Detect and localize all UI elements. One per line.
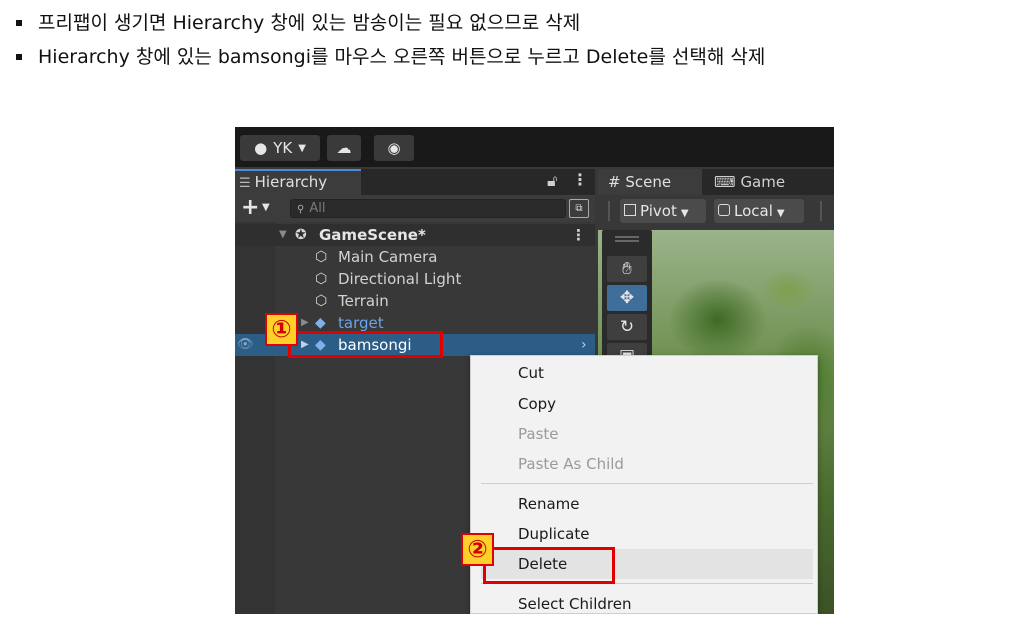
menu-divider [481, 483, 813, 484]
item-label: Terrain [338, 292, 389, 310]
menu-item-paste-as-child[interactable]: Paste As Child [518, 449, 624, 479]
tree-item[interactable]: ⬡ Main Camera [235, 246, 595, 268]
tab-label: Game [740, 173, 786, 191]
local-dropdown[interactable]: Local ▼ [714, 199, 804, 223]
scene-tabbar: # Scene ⌨ Game [598, 169, 834, 195]
instruction-item: Hierarchy 창에 있는 bamsongi를 마우스 오른쪽 버튼으로 누… [14, 40, 765, 74]
tree-item[interactable]: ⬡ Terrain [235, 290, 595, 312]
collab-button[interactable]: ◉ [374, 135, 414, 161]
gameobject-cube-icon: ⬡ [315, 293, 328, 309]
expand-caret-icon[interactable]: ▼ [279, 224, 287, 246]
scene-row[interactable]: ▼ ✪ GameScene* ⋮ [235, 224, 595, 246]
collab-icon: ◉ [387, 139, 401, 157]
toolbar-divider [608, 201, 610, 221]
tab-hierarchy[interactable]: ☰ Hierarchy [235, 169, 361, 195]
toolbar-divider [820, 201, 822, 221]
hash-icon: # [608, 173, 621, 191]
cloud-button[interactable]: ☁ [327, 135, 361, 161]
account-dropdown[interactable]: ● YK ▼ [240, 135, 320, 161]
kebab-menu-icon[interactable]: ⋮ [572, 170, 588, 189]
menu-item-select-children[interactable]: Select Children [518, 589, 631, 614]
search-input[interactable]: ⚲ All [290, 199, 566, 218]
tab-scene[interactable]: # Scene [598, 169, 702, 195]
hand-tool-button[interactable]: ✋︎ [607, 256, 647, 282]
chevron-down-icon: ▼ [298, 142, 306, 154]
menu-item-rename[interactable]: Rename [518, 489, 580, 519]
move-tool-button[interactable]: ✥ [607, 285, 647, 311]
item-label: Directional Light [338, 270, 462, 288]
instruction-item: 프리팹이 생기면 Hierarchy 창에 있는 밤송이는 필요 없으므로 삭제 [14, 6, 765, 40]
move-icon: ✥ [619, 288, 635, 308]
tab-label: Hierarchy [254, 173, 328, 191]
callout-box-delete [483, 547, 615, 584]
callout-box-bamsongi [288, 331, 443, 358]
step-badge-1: ① [265, 313, 298, 346]
hand-icon: ✋︎ [622, 259, 632, 279]
add-object-button[interactable]: + [241, 195, 259, 221]
search-icon: ⚲ [297, 204, 305, 215]
search-options-button[interactable]: ⧉ [569, 199, 589, 218]
instruction-list: 프리팹이 생기면 Hierarchy 창에 있는 밤송이는 필요 없으므로 삭제… [14, 6, 765, 74]
rotate-tool-button[interactable]: ↻ [607, 314, 647, 340]
unity-scene-icon: ✪ [295, 227, 307, 243]
chevron-down-icon: ▼ [776, 208, 785, 219]
bullet-marker [16, 54, 22, 60]
local-label: Local [734, 202, 773, 220]
instruction-text: 프리팹이 생기면 Hierarchy 창에 있는 밤송이는 필요 없으므로 삭제 [38, 12, 581, 34]
unity-editor-screenshot: ● YK ▼ ☁ ◉ ☰ Hierarchy 🔓︎ ⋮ + ▼ ⚲ All ⧉ ▼ … [235, 127, 834, 614]
pivot-label: Pivot [640, 202, 677, 220]
chevron-down-icon: ▼ [680, 208, 689, 219]
scene-toolbar: Pivot ▼ Local ▼ [598, 195, 834, 227]
chevron-right-icon[interactable]: › [581, 334, 587, 356]
drag-handle[interactable] [615, 236, 639, 242]
top-toolbar: ● YK ▼ ☁ ◉ [235, 127, 834, 167]
list-icon: ☰ [239, 176, 251, 191]
local-icon [718, 204, 730, 216]
chevron-down-icon[interactable]: ▼ [262, 202, 270, 213]
gamepad-icon: ⌨ [714, 173, 736, 191]
menu-item-paste[interactable]: Paste [518, 419, 559, 449]
rotate-icon: ↻ [619, 317, 635, 337]
tool-palette: ✋︎ ✥ ↻ ▣ [602, 230, 652, 369]
tab-game[interactable]: ⌨ Game [706, 169, 816, 195]
visibility-eye-icon[interactable]: 👁︎ [237, 334, 254, 356]
item-label: Main Camera [338, 248, 438, 266]
hierarchy-toolbar: + ▼ ⚲ All ⧉ [235, 195, 595, 222]
step-badge-2: ② [461, 533, 494, 566]
menu-item-duplicate[interactable]: Duplicate [518, 519, 589, 549]
account-label: YK [273, 139, 293, 157]
gameobject-cube-icon: ⬡ [315, 249, 328, 265]
menu-item-copy[interactable]: Copy [518, 389, 556, 419]
tab-label: Scene [625, 173, 672, 191]
lock-icon[interactable]: 🔓︎ [547, 171, 557, 191]
user-circle-icon: ● [254, 139, 268, 157]
menu-item-cut[interactable]: Cut [518, 358, 544, 388]
hierarchy-tabbar: ☰ Hierarchy 🔓︎ ⋮ [235, 169, 595, 195]
kebab-menu-icon[interactable]: ⋮ [571, 224, 586, 246]
pivot-dropdown[interactable]: Pivot ▼ [620, 199, 706, 223]
bullet-marker [16, 20, 22, 26]
cloud-icon: ☁ [336, 139, 352, 157]
search-placeholder: All [309, 201, 326, 216]
tree-item[interactable]: ⬡ Directional Light [235, 268, 595, 290]
gameobject-cube-icon: ⬡ [315, 271, 328, 287]
instruction-text: Hierarchy 창에 있는 bamsongi를 마우스 오른쪽 버튼으로 누… [38, 46, 766, 68]
scene-name: GameScene* [319, 226, 426, 244]
pivot-icon [624, 204, 636, 216]
